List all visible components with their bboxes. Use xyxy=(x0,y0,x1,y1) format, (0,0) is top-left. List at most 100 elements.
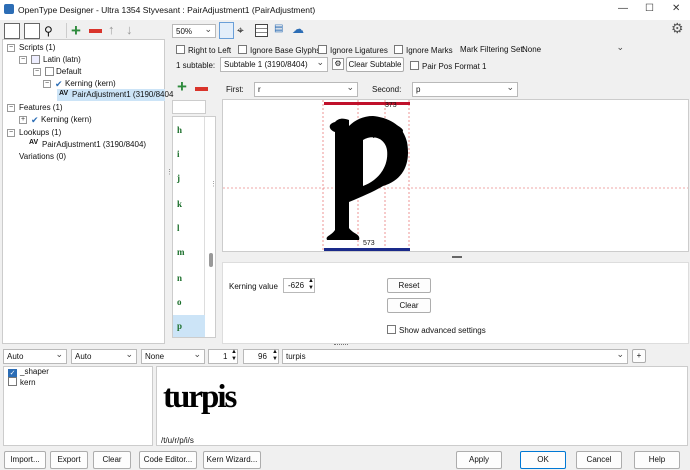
glyph-list-scrollbar[interactable] xyxy=(209,253,213,267)
spin-arrows-icon[interactable]: ▲ ▼ xyxy=(231,349,237,363)
checkbox[interactable] xyxy=(394,45,403,54)
tree-lookups[interactable]: Lookups (1) xyxy=(19,128,61,137)
language-select[interactable]: Auto xyxy=(71,349,137,364)
cloud-icon[interactable]: ☁ xyxy=(292,22,304,36)
checkbox[interactable] xyxy=(387,325,396,334)
glyph-cell[interactable]: n xyxy=(173,273,205,297)
kern-wizard-button[interactable]: Kern Wizard... xyxy=(203,451,261,469)
glyph-cell-selected[interactable]: p xyxy=(173,315,205,337)
glyph-cell[interactable]: i xyxy=(173,149,205,173)
preview-text-input[interactable]: turpis xyxy=(282,349,628,364)
preview-icon[interactable]: ▤ xyxy=(274,23,283,34)
feature-list[interactable]: ✓ _shaper kern xyxy=(3,366,153,446)
remove-pair-icon[interactable] xyxy=(195,87,208,91)
horizontal-splitter[interactable] xyxy=(452,256,462,258)
checkbox[interactable] xyxy=(410,61,419,70)
glyph-cell[interactable]: k xyxy=(173,199,205,223)
tree-variations[interactable]: Variations (0) xyxy=(19,152,66,161)
glyph-list[interactable]: h i j k l m n o p xyxy=(172,116,216,338)
add-icon[interactable]: + xyxy=(71,22,87,39)
checkbox[interactable] xyxy=(176,45,185,54)
fit-icon[interactable] xyxy=(219,22,234,39)
minimize-icon[interactable]: — xyxy=(618,3,628,14)
ignore-ligatures-option[interactable]: Ignore Ligatures xyxy=(318,45,388,55)
size-input[interactable]: 96 ▲ ▼ xyxy=(243,349,279,364)
feature-set-select[interactable]: None xyxy=(141,349,205,364)
kerning-value-input[interactable]: -626 ▲ ▼ xyxy=(283,278,315,293)
settings-gear-icon[interactable]: ⚙ xyxy=(671,20,684,37)
maximize-icon[interactable]: ☐ xyxy=(645,3,654,14)
tree-scripts[interactable]: Scripts (1) xyxy=(19,43,55,52)
glyph-cell[interactable]: m xyxy=(173,247,205,271)
expander[interactable]: − xyxy=(7,129,15,137)
close-icon[interactable]: ✕ xyxy=(672,3,680,14)
checkbox[interactable] xyxy=(238,45,247,54)
spin-arrows-icon[interactable]: ▲ ▼ xyxy=(308,278,314,292)
cancel-button[interactable]: Cancel xyxy=(576,451,622,469)
preview-text-value: turpis xyxy=(286,352,306,361)
show-advanced-option[interactable]: Show advanced settings xyxy=(387,325,486,335)
pair-pos-format-option[interactable]: Pair Pos Format 1 xyxy=(410,61,486,71)
center-icon[interactable]: ⌖ xyxy=(237,23,244,38)
expander[interactable]: − xyxy=(7,44,15,52)
glyph-cell[interactable]: h xyxy=(173,125,205,149)
mark-filter-select[interactable]: None xyxy=(518,42,628,57)
glyph-cell[interactable]: j xyxy=(173,173,205,197)
bottom-splitter[interactable] xyxy=(334,344,348,345)
label: Pair Pos Format 1 xyxy=(422,62,487,71)
right-to-left-option[interactable]: Right to Left xyxy=(176,45,231,55)
second-glyph-select[interactable]: p xyxy=(412,82,518,97)
tree-kerning[interactable]: Kerning (kern) xyxy=(65,79,116,88)
expander[interactable]: + xyxy=(19,116,27,124)
add-preview-button[interactable]: + xyxy=(632,349,646,363)
clear-button[interactable]: Clear xyxy=(93,451,131,469)
kerning-canvas[interactable]: 373 573 xyxy=(222,99,689,252)
kerning-settings-panel: Kerning value -626 ▲ ▼ Reset Clear Show a… xyxy=(222,262,689,344)
ignore-base-option[interactable]: Ignore Base Glyphs xyxy=(238,45,320,55)
new-script-icon[interactable] xyxy=(4,23,20,39)
export-button[interactable]: Export xyxy=(50,451,88,469)
glyph-list-search[interactable] xyxy=(172,100,206,114)
ignore-marks-option[interactable]: Ignore Marks xyxy=(394,45,453,55)
glyph-list-splitter[interactable]: ⋮ xyxy=(210,180,217,188)
clear-subtable-button[interactable]: Clear Subtable xyxy=(346,57,404,72)
subtable-select[interactable]: Subtable 1 (3190/8404) xyxy=(220,57,328,72)
remove-icon[interactable] xyxy=(89,29,102,33)
reset-button[interactable]: Reset xyxy=(387,278,431,293)
code-editor-button[interactable]: Code Editor... xyxy=(139,451,197,469)
apply-button[interactable]: Apply xyxy=(456,451,502,469)
find-icon[interactable]: ⚲ xyxy=(44,24,60,40)
move-down-icon[interactable]: ↓ xyxy=(126,22,142,38)
ok-button[interactable]: OK xyxy=(520,451,566,469)
feature-item-kern[interactable]: kern xyxy=(8,377,36,387)
checkbox[interactable] xyxy=(318,45,327,54)
grid-icon[interactable] xyxy=(255,24,268,37)
vertical-splitter[interactable]: ⋮ xyxy=(165,40,173,345)
new-feature-icon[interactable] xyxy=(24,23,40,39)
checkbox[interactable] xyxy=(8,377,17,386)
mark-filter-value: None xyxy=(522,45,542,54)
tree-lookup-pair[interactable]: PairAdjustment1 (3190/8404) xyxy=(42,140,146,149)
tree-selected-row[interactable]: AV PairAdjustment1 (3190/8404 xyxy=(57,89,173,101)
expander[interactable]: − xyxy=(43,80,51,88)
help-button[interactable]: Help xyxy=(634,451,680,469)
tree-default[interactable]: Default xyxy=(56,67,81,76)
clear-kerning-button[interactable]: Clear xyxy=(387,298,431,313)
subtable-settings-icon[interactable]: ⚙ xyxy=(332,58,344,70)
tree-features[interactable]: Features (1) xyxy=(19,103,63,112)
expander[interactable]: − xyxy=(19,56,27,64)
count-input[interactable]: 1 ▲ ▼ xyxy=(208,349,238,364)
move-up-icon[interactable]: ↑ xyxy=(108,22,124,38)
language-icon xyxy=(45,67,54,76)
expander[interactable]: − xyxy=(33,68,41,76)
first-glyph-select[interactable]: r xyxy=(254,82,358,97)
import-button[interactable]: Import... xyxy=(4,451,46,469)
zoom-select[interactable]: 50% xyxy=(172,24,216,38)
tree-latin[interactable]: Latin (latn) xyxy=(43,55,81,64)
glyph-cell[interactable]: l xyxy=(173,223,205,247)
expander[interactable]: − xyxy=(7,104,15,112)
tree-feature-kern[interactable]: Kerning (kern) xyxy=(41,115,92,124)
script-select[interactable]: Auto xyxy=(3,349,67,364)
add-pair-icon[interactable]: + xyxy=(177,78,187,95)
spin-arrows-icon[interactable]: ▲ ▼ xyxy=(272,349,278,363)
